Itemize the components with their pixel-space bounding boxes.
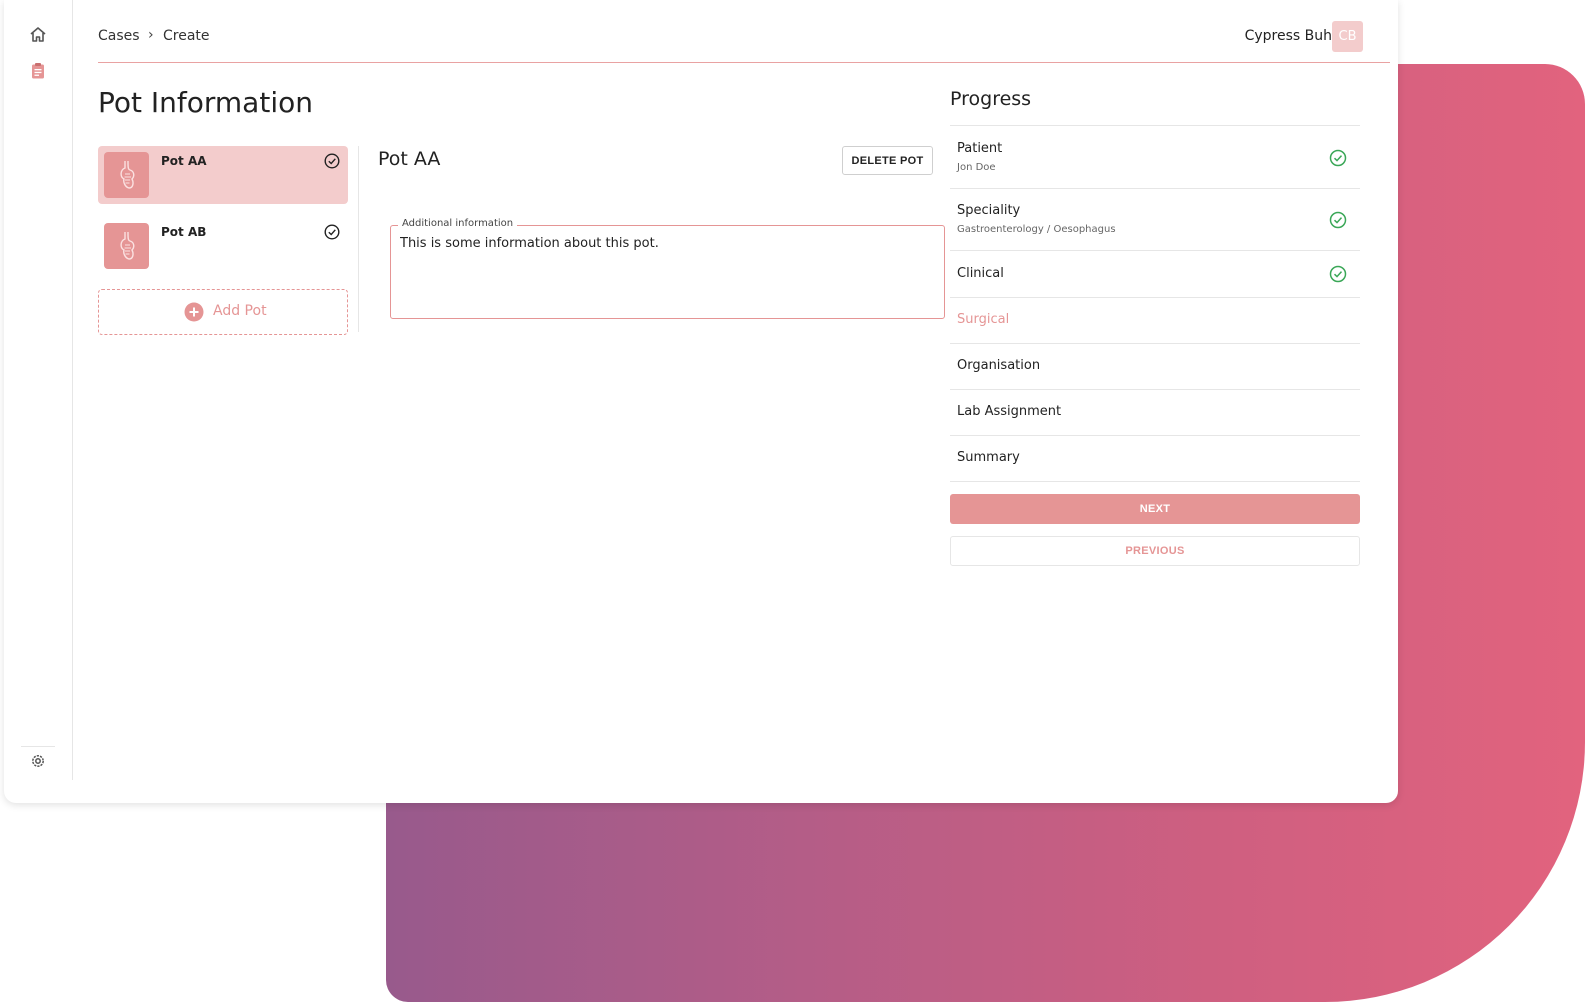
additional-information-input[interactable] [400,236,930,306]
check-circle-icon [1329,211,1347,229]
additional-information-field: Additional information [390,218,945,319]
nav-rail [4,0,73,780]
check-circle-icon [324,224,340,240]
panel-divider [358,146,359,332]
avatar[interactable]: CB [1332,21,1363,52]
clipboard-icon[interactable] [28,61,48,81]
breadcrumb-create: Create [163,28,210,44]
step-name: Speciality [957,203,1021,218]
delete-pot-button[interactable]: DELETE POT [842,146,933,175]
step-detail: Jon Doe [957,162,996,173]
progress-steps: Patient Jon Doe Speciality Gastroenterol… [950,125,1360,482]
user-name: Cypress Buh [1244,28,1332,44]
gear-icon[interactable] [28,751,48,771]
pot-card-aa[interactable]: Pot AA [98,146,348,204]
field-label: Additional information [398,218,518,229]
rail-divider [21,746,55,747]
step-name: Surgical [957,312,1010,327]
pot-card-ab[interactable]: Pot AB [98,217,348,275]
step-detail: Gastroenterology / Oesophagus [957,224,1116,235]
app-window: Cases › Create Cypress Buh CB Pot Inform… [4,0,1398,803]
page-title: Pot Information [98,86,313,119]
breadcrumb-cases[interactable]: Cases [98,28,140,44]
step-name: Summary [957,450,1020,465]
stomach-icon [104,223,149,269]
progress-title: Progress [950,88,1032,110]
step-lab-assignment[interactable]: Lab Assignment [950,389,1360,435]
add-pot-label: Add Pot [213,303,267,319]
check-circle-icon [1329,265,1347,283]
step-name: Clinical [957,266,1004,281]
step-clinical[interactable]: Clinical [950,250,1360,297]
step-name: Organisation [957,358,1041,373]
home-icon[interactable] [28,25,48,45]
step-name: Patient [957,141,1003,156]
next-button[interactable]: NEXT [950,494,1360,524]
pot-label: Pot AA [161,154,207,168]
progress-list-end [950,481,1360,482]
stomach-icon [104,152,149,198]
step-name: Lab Assignment [957,404,1062,419]
step-patient[interactable]: Patient Jon Doe [950,125,1360,188]
step-speciality[interactable]: Speciality Gastroenterology / Oesophagus [950,188,1360,250]
top-bar: Cases › Create Cypress Buh CB [98,0,1390,63]
step-summary[interactable]: Summary [950,435,1360,481]
check-circle-icon [1329,149,1347,167]
previous-button[interactable]: PREVIOUS [950,536,1360,566]
step-organisation[interactable]: Organisation [950,343,1360,389]
breadcrumb-separator: › [148,27,154,43]
step-surgical[interactable]: Surgical [950,297,1360,343]
plus-circle-icon [184,302,204,322]
add-pot-button[interactable]: Add Pot [98,289,348,335]
pot-detail-title: Pot AA [378,148,441,170]
check-circle-icon [324,153,340,169]
pot-label: Pot AB [161,225,207,239]
